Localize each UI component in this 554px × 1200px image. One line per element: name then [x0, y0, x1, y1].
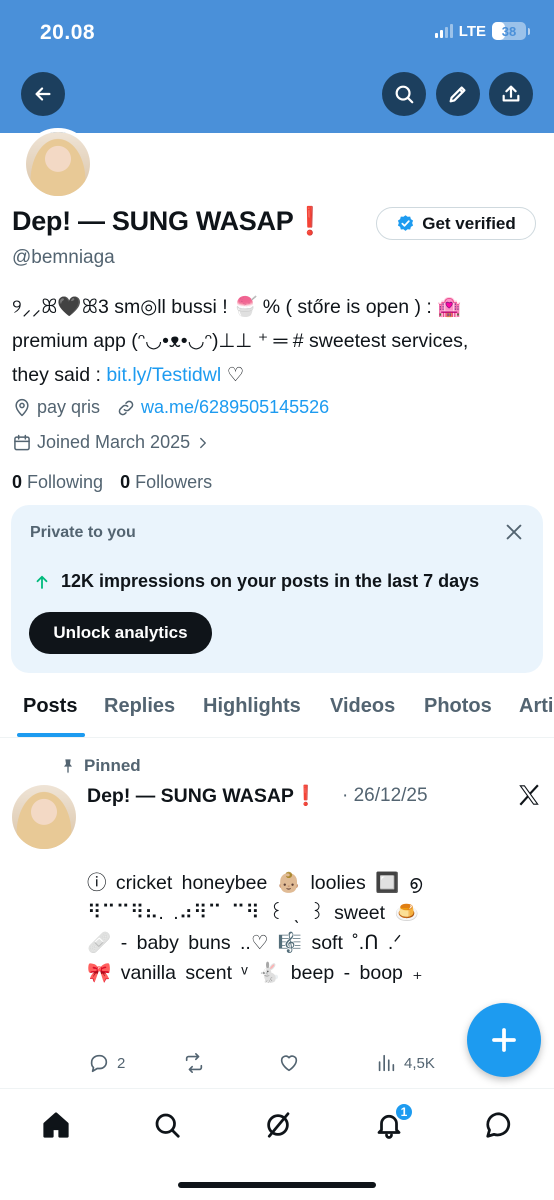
- location-text: pay qris: [37, 397, 101, 417]
- nav-grok[interactable]: [262, 1109, 294, 1141]
- repost-icon: [185, 1053, 203, 1073]
- post-text: ⓘ cricket honeybee 👶🏼 loolies 🔲 ൭ ⠻⠉⠉⠻⠦.…: [87, 868, 467, 988]
- compose-button[interactable]: [467, 1003, 541, 1077]
- search-icon: [155, 1113, 180, 1138]
- network-label: LTE: [458, 22, 486, 40]
- nav-home[interactable]: [40, 1109, 72, 1141]
- tab-photos[interactable]: Photos: [424, 695, 492, 718]
- bio-line-1: ୨⸝⸝ꕤ🖤ꕤ3 sm◎ll bussi ! 🍧 % ( stőre is ope…: [12, 296, 462, 318]
- repost-button[interactable]: [183, 1052, 212, 1074]
- location-icon: [15, 398, 29, 416]
- chevron-right-icon: [200, 437, 207, 448]
- tab-articles[interactable]: Arti: [519, 695, 553, 718]
- reply-button[interactable]: 2: [88, 1052, 125, 1074]
- close-icon: [506, 524, 522, 540]
- post-line-3: 🩹 - baby buns ..♡ 🎼 soft ˚.ᑎ .ᐟ: [87, 932, 402, 954]
- followers-link[interactable]: 0 Followers: [120, 472, 212, 492]
- unlock-analytics-button[interactable]: Unlock analytics: [29, 612, 212, 654]
- home-icon: [43, 1112, 69, 1138]
- edit-button[interactable]: [436, 72, 480, 116]
- plus-icon: [492, 1028, 516, 1052]
- bio-line-3: they said : bit.ly/Testidwl ♡: [12, 364, 245, 386]
- display-name: Dep! — SUNG WASAP❗: [12, 206, 327, 236]
- chat-bubble-icon: [486, 1112, 511, 1138]
- views-button[interactable]: 4,5K: [375, 1052, 435, 1074]
- nav-messages[interactable]: [483, 1109, 515, 1141]
- verified-badge-icon: [398, 215, 414, 231]
- like-button[interactable]: [278, 1052, 307, 1074]
- profile-meta: pay qris wa.me/6289505145526: [12, 397, 329, 418]
- get-verified-button[interactable]: Get verified: [376, 207, 536, 240]
- post-author[interactable]: Dep! — SUNG WASAP❗: [87, 784, 318, 808]
- following-link[interactable]: 0 Following: [12, 472, 103, 492]
- pinned-label: Pinned: [60, 756, 141, 776]
- reply-count: 2: [117, 1054, 126, 1072]
- website-link[interactable]: wa.me/6289505145526: [141, 397, 329, 418]
- pencil-icon: [449, 86, 466, 103]
- battery-percent: 38: [501, 23, 517, 39]
- views-chart-icon: [378, 1054, 395, 1072]
- tab-videos[interactable]: Videos: [330, 695, 395, 718]
- status-indicators: LTE 38: [434, 22, 530, 40]
- heart-icon: [280, 1055, 298, 1072]
- post-line-2: ⠻⠉⠉⠻⠦. .⠴⠻⠉ ⠉⠻ ꒰ ˎ ꒱ sweet 🍮: [87, 902, 419, 924]
- follow-counts: 0 Following 0 Followers: [12, 472, 212, 493]
- home-indicator: [178, 1182, 376, 1188]
- close-button[interactable]: [503, 521, 525, 543]
- share-button[interactable]: [489, 72, 533, 116]
- arrow-up-icon: [36, 575, 48, 589]
- impressions-stat: 12K impressions on your posts in the las…: [33, 571, 479, 592]
- active-tab-indicator: [17, 733, 85, 737]
- pin-icon: [64, 759, 72, 774]
- profile-banner: [0, 0, 554, 133]
- comment-icon: [90, 1054, 108, 1073]
- status-time: 20.08: [40, 21, 96, 44]
- grok-icon: [267, 1112, 290, 1138]
- arrow-left-icon: [35, 87, 51, 101]
- analytics-card: Private to you 12K impressions on your p…: [11, 505, 543, 673]
- profile-avatar[interactable]: [22, 128, 94, 200]
- notification-badge: 1: [394, 1102, 414, 1122]
- get-verified-label: Get verified: [422, 213, 516, 233]
- bio-line-2: premium app (ᵔ◡•ᴥ•◡ᵔ)⊥⊥ ⁺ ═ # sweetest s…: [12, 330, 469, 352]
- share-icon: [502, 85, 520, 102]
- signal-icon: [434, 24, 453, 38]
- x-logo-icon[interactable]: [516, 782, 542, 808]
- joined-text: Joined March 2025: [37, 432, 191, 452]
- link-icon: [118, 400, 134, 415]
- profile-tabs: Posts Replies Highlights Videos Photos A…: [0, 688, 554, 738]
- tab-posts[interactable]: Posts: [23, 695, 77, 718]
- views-count: 4,5K: [404, 1054, 435, 1072]
- search-button[interactable]: [382, 72, 426, 116]
- nav-explore[interactable]: [151, 1109, 183, 1141]
- joined-row[interactable]: Joined March 2025: [12, 432, 217, 453]
- post-line-1: ⓘ cricket honeybee 👶🏼 loolies 🔲 ൭: [87, 872, 423, 894]
- post-line-4: 🎀 vanilla scent ᵛ 🐇 beep - boop ₊: [87, 962, 423, 984]
- battery-icon: 38: [492, 22, 526, 40]
- back-button[interactable]: [21, 72, 65, 116]
- search-icon: [395, 85, 414, 104]
- post-date: · 26/12/25: [342, 785, 428, 806]
- tab-replies[interactable]: Replies: [104, 695, 175, 718]
- tab-highlights[interactable]: Highlights: [203, 695, 301, 718]
- bio-link[interactable]: bit.ly/Testidwl: [106, 364, 221, 386]
- analytics-card-title: Private to you: [30, 524, 136, 541]
- bio: ୨⸝⸝ꕤ🖤ꕤ3 sm◎ll bussi ! 🍧 % ( stőre is ope…: [12, 290, 542, 392]
- post-avatar[interactable]: [12, 785, 76, 849]
- calendar-icon: [14, 434, 30, 450]
- handle: @bemniaga: [12, 247, 115, 268]
